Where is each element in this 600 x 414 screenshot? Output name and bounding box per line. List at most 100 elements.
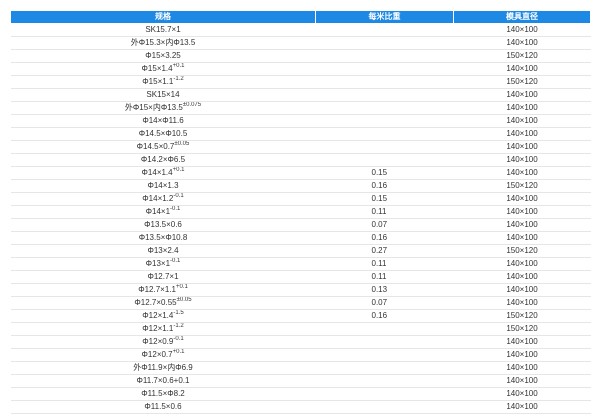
cell-weight-per-meter: 0.16	[315, 179, 454, 193]
cell-spec: Φ12×1.4-1.5	[10, 309, 316, 323]
spec-text: Φ15×3.25	[145, 51, 181, 60]
table-row: Φ15×3.25 150×120	[10, 49, 591, 63]
cell-die-diameter: 140×100	[453, 140, 591, 154]
spec-tolerance: -1.5	[173, 310, 184, 316]
spec-text: Φ15×1.1	[142, 77, 174, 86]
spec-text: Φ12.7×1.1	[138, 285, 176, 294]
cell-weight-per-meter: 0.27	[315, 244, 454, 258]
cell-weight-per-meter: 0.07	[315, 218, 454, 232]
cell-spec: SK15.7×1	[10, 23, 316, 37]
spec-tolerance: -0.1	[173, 336, 184, 342]
spec-text: Φ11.7×0.6+0.1	[136, 376, 190, 385]
spec-text: Φ13×1	[145, 259, 171, 268]
table-row: Φ11.5×Φ8.2 140×100	[10, 387, 591, 401]
cell-die-diameter: 140×100	[453, 166, 591, 180]
cell-spec: Φ14×1-0.1	[10, 205, 316, 219]
cell-weight-per-meter: 0.15	[315, 166, 454, 180]
cell-weight-per-meter	[315, 62, 454, 76]
spec-text: Φ14×1.3	[147, 181, 179, 190]
cell-spec: Φ14×1.4+0.1	[10, 166, 316, 180]
cell-spec: Φ13×2.4	[10, 244, 316, 258]
cell-spec: Φ12.7×1	[10, 270, 316, 284]
cell-die-diameter: 140×100	[453, 205, 591, 219]
cell-die-diameter: 150×120	[453, 179, 591, 193]
spec-text: Φ14×1.2	[142, 194, 174, 203]
table-row: Φ13.5×Φ10.8 0.16 140×100	[10, 231, 591, 245]
cell-spec: Φ14×1.2-0.1	[10, 192, 316, 206]
cell-spec: Φ12.7×1.1+0.1	[10, 283, 316, 297]
table-row: Φ14.5×0.7±0.05 140×100	[10, 140, 591, 154]
cell-spec: Φ14.2×Φ6.5	[10, 153, 316, 167]
table-row: Φ14×1.2-0.1 0.15 140×100	[10, 192, 591, 206]
cell-spec: Φ15×3.25	[10, 49, 316, 63]
spec-tolerance: -1.2	[173, 76, 184, 82]
spec-tolerance: ±0.05	[176, 297, 192, 303]
cell-weight-per-meter	[315, 140, 454, 154]
spec-tolerance: +0.1	[172, 63, 185, 69]
table-row: SK15.7×1 140×100	[10, 23, 591, 37]
cell-weight-per-meter	[315, 335, 454, 349]
spec-text: Φ14.5×0.7	[136, 142, 175, 151]
cell-die-diameter: 140×100	[453, 335, 591, 349]
cell-weight-per-meter: 0.07	[315, 296, 454, 310]
cell-spec: Φ11.5×0.6	[10, 400, 316, 414]
spec-text: Φ13.5×Φ10.8	[138, 233, 188, 242]
table-row: Φ14×1.4+0.1 0.15 140×100	[10, 166, 591, 180]
spec-tolerance: ±0.075	[182, 102, 202, 108]
cell-weight-per-meter: 0.15	[315, 192, 454, 206]
cell-spec: SK15×14	[10, 88, 316, 102]
table-row: Φ14×1.3 0.16 150×120	[10, 179, 591, 193]
cell-weight-per-meter	[315, 49, 454, 63]
cell-spec: Φ13.5×0.6	[10, 218, 316, 232]
header-die-diameter: 模具直径	[453, 10, 591, 24]
cell-spec: Φ14×1.3	[10, 179, 316, 193]
spec-text: Φ12.7×0.55	[134, 298, 177, 307]
spec-text: Φ14.5×Φ10.5	[138, 129, 188, 138]
spec-text: Φ12×1.1	[142, 324, 174, 333]
spec-text: Φ11.5×Φ8.2	[141, 389, 185, 398]
cell-weight-per-meter	[315, 387, 454, 401]
cell-die-diameter: 140×100	[453, 218, 591, 232]
spec-text: Φ14.2×Φ6.5	[140, 155, 186, 164]
cell-weight-per-meter: 0.11	[315, 270, 454, 284]
table-row: Φ12×0.7+0.1 140×100	[10, 348, 591, 362]
cell-die-diameter: 140×100	[453, 257, 591, 271]
table-row: Φ14×1-0.1 0.11 140×100	[10, 205, 591, 219]
cell-spec: Φ11.7×0.6+0.1	[10, 374, 316, 388]
spec-text: Φ11.5×0.6	[144, 402, 182, 411]
cell-die-diameter: 140×100	[453, 153, 591, 167]
spec-table: 规格 每米比重 模具直径 SK15.7×1 140×100 外Φ15.3×内Φ13.…	[10, 10, 591, 414]
table-header-row: 规格 每米比重 模具直径	[10, 10, 591, 24]
cell-die-diameter: 140×100	[453, 88, 591, 102]
spec-text: Φ12×1.4	[142, 311, 174, 320]
cell-die-diameter: 140×100	[453, 361, 591, 375]
cell-die-diameter: 140×100	[453, 348, 591, 362]
table-row: SK15×14 140×100	[10, 88, 591, 102]
cell-weight-per-meter	[315, 101, 454, 115]
spec-text: Φ12×0.9	[142, 337, 174, 346]
spec-text: Φ13×2.4	[147, 246, 179, 255]
cell-die-diameter: 150×120	[453, 75, 591, 89]
cell-spec: Φ11.5×Φ8.2	[10, 387, 316, 401]
spec-text: SK15.7×1	[145, 25, 181, 34]
spec-text: Φ14×Φ11.6	[142, 116, 184, 125]
table-row: Φ12.7×0.55±0.05 0.07 140×100	[10, 296, 591, 310]
table-row: Φ11.7×0.6+0.1 140×100	[10, 374, 591, 388]
spec-tolerance: -0.1	[173, 193, 184, 199]
cell-weight-per-meter	[315, 88, 454, 102]
cell-spec: Φ12×1.1-1.2	[10, 322, 316, 336]
cell-die-diameter: 140×100	[453, 296, 591, 310]
table-row: Φ13×2.4 0.27 150×120	[10, 244, 591, 258]
cell-spec: Φ12.7×0.55±0.05	[10, 296, 316, 310]
cell-spec: Φ13×1-0.1	[10, 257, 316, 271]
cell-die-diameter: 140×100	[453, 101, 591, 115]
cell-spec: Φ13.5×Φ10.8	[10, 231, 316, 245]
table-row: Φ15×1.4+0.1 140×100	[10, 62, 591, 76]
spec-text: 外Φ15×内Φ13.5	[124, 103, 183, 112]
cell-weight-per-meter: 0.16	[315, 231, 454, 245]
cell-weight-per-meter	[315, 75, 454, 89]
cell-weight-per-meter	[315, 361, 454, 375]
cell-die-diameter: 140×100	[453, 387, 591, 401]
cell-die-diameter: 140×100	[453, 270, 591, 284]
table-row: Φ12×1.4-1.5 0.16 150×120	[10, 309, 591, 323]
